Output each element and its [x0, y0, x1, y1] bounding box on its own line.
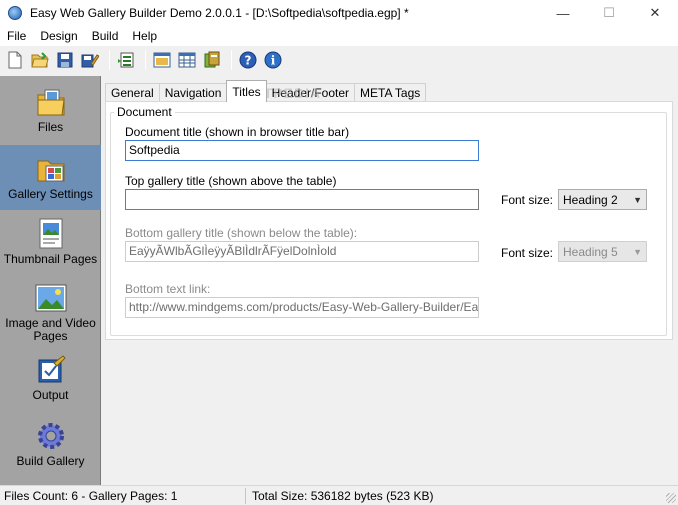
window-title: Easy Web Gallery Builder Demo 2.0.0.1 - …: [30, 6, 409, 20]
close-button[interactable]: ✕: [632, 0, 678, 26]
status-bar: Files Count: 6 - Gallery Pages: 1 Total …: [0, 485, 678, 505]
tab-general[interactable]: General: [105, 83, 160, 102]
sidebar-item-label: Files: [37, 120, 64, 134]
top-font-size-select[interactable]: Heading 2 ▼: [558, 189, 647, 210]
gallery-settings-icon: [35, 153, 67, 185]
menu-build[interactable]: Build: [85, 29, 126, 43]
image-video-pages-icon: [35, 282, 67, 314]
help-icon[interactable]: ?: [237, 49, 259, 71]
sidebar-item-output[interactable]: Output: [0, 354, 101, 404]
save-icon[interactable]: [54, 49, 76, 71]
files-icon: [35, 86, 67, 118]
bottom-font-size-value: Heading 5: [563, 244, 618, 259]
maximize-button[interactable]: ☐: [586, 0, 632, 26]
toolbar: ? i: [0, 46, 678, 74]
menu-design[interactable]: Design: [33, 29, 84, 43]
bottom-link-label: Bottom text link:: [125, 282, 211, 296]
menu-help[interactable]: Help: [125, 29, 164, 43]
output-icon: [35, 354, 67, 386]
tab-titles[interactable]: Titles: [226, 80, 267, 102]
toolbar-separator: [109, 50, 110, 70]
title-bar: Easy Web Gallery Builder Demo 2.0.0.1 - …: [0, 0, 678, 26]
chevron-down-icon: ▼: [633, 194, 642, 205]
bottom-font-size-select[interactable]: Heading 5 ▼: [558, 241, 647, 262]
doc-title-label: Document title (shown in browser title b…: [125, 125, 350, 139]
window-controls: — ☐ ✕: [540, 0, 678, 26]
save-as-icon[interactable]: [79, 49, 101, 71]
top-font-size-label: Font size:: [501, 193, 554, 207]
build-icon[interactable]: [115, 49, 137, 71]
sidebar-item-thumbnail-pages[interactable]: Thumbnail Pages: [0, 218, 101, 280]
status-divider: [245, 488, 246, 504]
svg-text:i: i: [271, 54, 276, 68]
menu-file[interactable]: File: [0, 29, 33, 43]
top-title-label: Top gallery title (shown above the table…: [125, 174, 337, 188]
top-title-input[interactable]: [125, 189, 479, 210]
app-icon: [8, 6, 22, 20]
sidebar-item-label: Output: [32, 388, 69, 402]
tab-meta-tags[interactable]: META Tags: [354, 83, 427, 102]
sidebar-item-label: Build Gallery: [16, 454, 85, 468]
files-count-status: Files Count: 6 - Gallery Pages: 1: [4, 489, 178, 503]
sidebar: Files Gallery Settings Thumbnail Pages I…: [0, 76, 101, 485]
total-size-status: Total Size: 536182 bytes (523 KB): [252, 489, 434, 503]
menu-bar: File Design Build Help: [0, 26, 678, 46]
sidebar-item-build-gallery[interactable]: Build Gallery: [0, 420, 101, 475]
info-icon[interactable]: i: [262, 49, 284, 71]
table-icon[interactable]: [176, 49, 198, 71]
preview-icon[interactable]: [151, 49, 173, 71]
open-icon[interactable]: [29, 49, 51, 71]
sidebar-item-image-video-pages[interactable]: Image and Video Pages: [0, 282, 101, 346]
bottom-font-size-label: Font size:: [501, 246, 554, 260]
sidebar-item-files[interactable]: Files: [0, 86, 101, 146]
chevron-down-icon: ▼: [633, 246, 642, 257]
new-icon[interactable]: [4, 49, 26, 71]
bottom-title-label: Bottom gallery title (shown below the ta…: [125, 226, 358, 240]
toolbar-separator: [145, 50, 146, 70]
build-gallery-icon: [35, 420, 67, 452]
tab-strip: General Navigation Titles Header/Footer …: [105, 80, 427, 102]
top-font-size-value: Heading 2: [563, 192, 618, 207]
bottom-title-input[interactable]: EaÿyÃWlbÃGlÌeÿyÃBlÌdlrÃFÿelDolnÌold: [125, 241, 479, 262]
export-icon[interactable]: [201, 49, 223, 71]
sidebar-item-label: Thumbnail Pages: [3, 252, 98, 266]
toolbar-separator: [231, 50, 232, 70]
svg-text:?: ?: [245, 54, 252, 68]
minimize-button[interactable]: —: [540, 0, 586, 26]
tab-navigation[interactable]: Navigation: [158, 83, 228, 102]
sidebar-item-gallery-settings[interactable]: Gallery Settings: [0, 145, 101, 210]
sidebar-item-label: Gallery Settings: [8, 187, 93, 201]
bottom-link-input[interactable]: http://www.mindgems.com/products/Easy-We…: [125, 297, 479, 318]
resize-grip[interactable]: [666, 493, 676, 503]
sidebar-item-label: Image and Video Pages: [5, 316, 96, 343]
thumbnail-pages-icon: [35, 218, 67, 250]
document-group-title: Document: [114, 105, 175, 119]
doc-title-input[interactable]: Softpedia: [125, 140, 479, 161]
